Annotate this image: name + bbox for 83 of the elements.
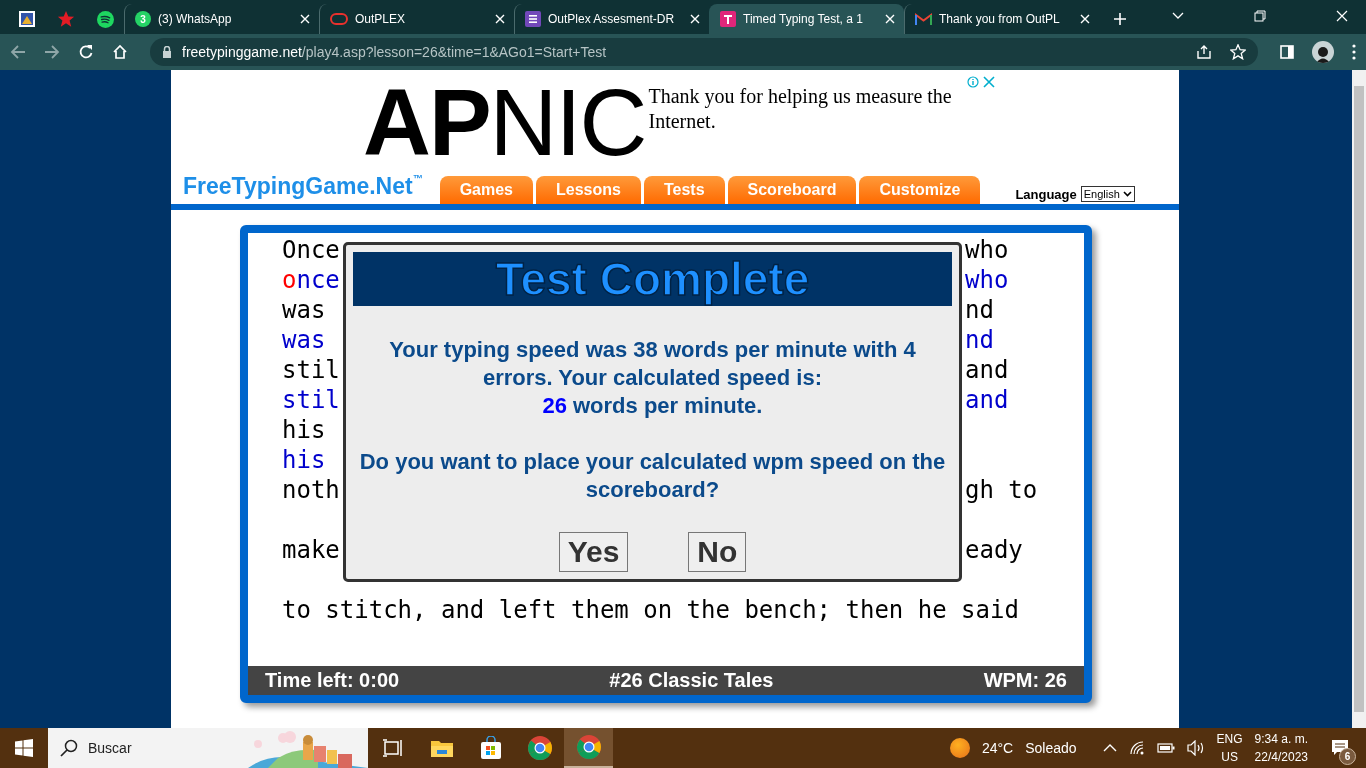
- source-text: his: [282, 415, 326, 445]
- form-icon: [525, 11, 541, 27]
- new-tab-icon[interactable]: [1113, 12, 1127, 26]
- typed-text: who: [965, 265, 1009, 295]
- source-text: Once: [282, 235, 340, 265]
- lock-icon: [162, 46, 172, 58]
- restore-icon[interactable]: [1254, 10, 1266, 22]
- star-icon: [57, 10, 75, 28]
- task-view-icon[interactable]: [381, 738, 404, 758]
- calculated-speed: 26: [542, 392, 567, 420]
- caret-up-icon[interactable]: [1102, 744, 1117, 752]
- close-tab-icon[interactable]: [689, 13, 701, 25]
- source-text: stil: [282, 355, 340, 385]
- source-text: make: [282, 535, 340, 565]
- battery-icon[interactable]: [1156, 743, 1175, 753]
- typed-text: his: [282, 445, 326, 475]
- source-text: eady: [965, 535, 1023, 565]
- dialog-title: Test Complete: [495, 252, 810, 306]
- typed-text: stil: [282, 385, 340, 415]
- typing-favicon-icon: [720, 11, 736, 27]
- typed-text: was: [282, 325, 326, 355]
- whatsapp-icon: 3: [135, 11, 151, 27]
- speaker-icon[interactable]: [1186, 740, 1205, 756]
- source-text: gh to: [965, 475, 1038, 505]
- chrome-icon[interactable]: [526, 735, 553, 761]
- source-text: noth: [282, 475, 340, 505]
- typed-text: and: [965, 385, 1009, 415]
- notification-count: 6: [1339, 748, 1356, 765]
- back-icon[interactable]: [10, 44, 26, 60]
- close-tab-icon[interactable]: [1079, 13, 1091, 25]
- chevron-down-icon[interactable]: [1172, 12, 1184, 20]
- source-text: to stitch, and left them on the bench; then he said: [282, 595, 1019, 625]
- answer-button[interactable]: No: [688, 532, 747, 572]
- side-panel-icon[interactable]: [1280, 45, 1294, 59]
- more-icon[interactable]: [1352, 44, 1356, 60]
- store-bag-icon[interactable]: [478, 736, 503, 760]
- search-field[interactable]: Buscar: [48, 728, 368, 768]
- share-icon[interactable]: [1196, 44, 1212, 60]
- source-text: who: [965, 235, 1009, 265]
- close-tab-icon[interactable]: [299, 13, 311, 25]
- forward-icon[interactable]: [44, 44, 60, 60]
- bookmark-star-icon[interactable]: [1230, 44, 1246, 60]
- home-icon[interactable]: [112, 44, 128, 60]
- language-label: Language: [1015, 186, 1077, 202]
- typed-text: nd: [965, 325, 994, 355]
- folder-icon[interactable]: [429, 738, 454, 758]
- clock[interactable]: 9:34 a. m. 22/4/2023: [1254, 730, 1308, 766]
- time-left: Time left: 0:00: [265, 669, 400, 692]
- close-icon[interactable]: [1336, 10, 1348, 22]
- spotify-icon: [96, 10, 114, 28]
- photo-favicon-icon: [19, 11, 35, 27]
- dropdown-caret-icon: [1122, 191, 1132, 197]
- source-text: and: [965, 355, 1009, 385]
- wifi-icon[interactable]: [1128, 741, 1145, 755]
- close-tab-icon[interactable]: [494, 13, 506, 25]
- close-ad-icon[interactable]: [983, 76, 995, 88]
- wpm-counter: WPM: 26: [983, 669, 1067, 692]
- input-language[interactable]: ENG US: [1216, 730, 1243, 766]
- sun-icon[interactable]: [949, 738, 970, 758]
- scoreboard-question: Do you want to place your calculated wpm speed on the scoreboard?: [358, 448, 947, 504]
- browser-tab[interactable]: Timed Typing Test, a 1: [709, 4, 904, 34]
- search-icon: [60, 739, 78, 757]
- source-text: nd: [965, 295, 994, 325]
- result-message: Your typing speed was 38 words per minute with 4 errors. Your calculated speed is:: [388, 336, 917, 392]
- close-tab-icon[interactable]: [884, 13, 896, 25]
- site-logo[interactable]: FreeTypingGame.Net™: [183, 173, 423, 200]
- typed-text: once: [282, 265, 340, 295]
- language-select[interactable]: English: [1080, 186, 1135, 202]
- info-icon[interactable]: [967, 76, 979, 88]
- weather-text[interactable]: Soleado: [1025, 740, 1077, 756]
- temperature[interactable]: 24°C: [981, 740, 1014, 756]
- windows-logo-icon[interactable]: [15, 739, 33, 757]
- address-bar[interactable]: freetypinggame.net/play4.asp?lesson=26&time=1&AGo1=Start+Test: [150, 38, 1258, 66]
- ad-logo[interactable]: APNIC: [363, 78, 646, 168]
- answer-button[interactable]: Yes: [558, 532, 629, 572]
- ad-text[interactable]: Thank you for helping us measure the Internet.: [648, 84, 999, 134]
- speed-unit: words per minute.: [573, 392, 763, 420]
- lesson-title: #26 Classic Tales: [609, 669, 774, 692]
- source-text: was: [282, 295, 326, 325]
- profile-avatar[interactable]: [1312, 41, 1334, 63]
- chrome-icon[interactable]: [575, 734, 602, 760]
- reload-icon[interactable]: [78, 44, 94, 60]
- mail-icon: [915, 12, 932, 26]
